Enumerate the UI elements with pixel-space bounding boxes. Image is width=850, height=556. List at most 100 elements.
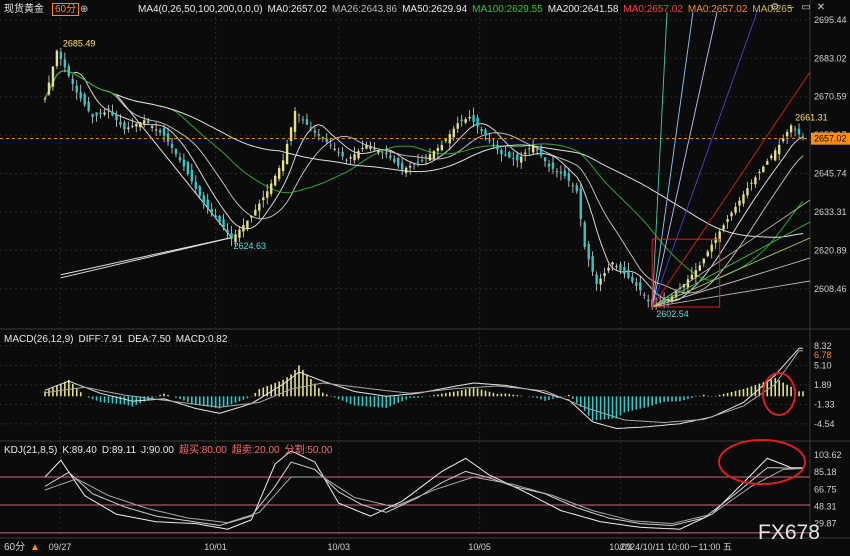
candle-body [619, 264, 622, 271]
candle-body [297, 114, 301, 116]
candle-body [468, 117, 471, 119]
candle-body [281, 160, 285, 172]
macd-header-item-2: DEA:7.50 [127, 334, 171, 345]
candle-body [793, 128, 797, 130]
candle-body [273, 175, 277, 186]
candle-body [218, 215, 221, 223]
kdj-header-item-3: J:90.00 [141, 445, 174, 456]
candle-body [51, 66, 55, 87]
candle-body [270, 183, 273, 194]
candle-body [758, 171, 761, 173]
instrument-title: 现货黄金 [4, 4, 44, 15]
candle-body [341, 151, 344, 157]
candle-body [571, 185, 575, 187]
settings-icon[interactable]: ⚙ [770, 3, 780, 13]
candle-body [412, 163, 416, 165]
macd-header-item-0: MACD(26,12,9) [4, 334, 74, 345]
candle-body [460, 119, 463, 122]
candle-body [500, 149, 503, 155]
candle-body [535, 149, 539, 151]
candle-body [504, 154, 507, 156]
candle-body [361, 148, 364, 149]
candle-body [178, 156, 182, 161]
candle-body [643, 294, 646, 296]
candle-body [397, 157, 400, 166]
candle-body [182, 159, 186, 167]
candle-body [424, 156, 428, 158]
gann-fan-line [652, 257, 811, 308]
candle-body [508, 151, 511, 158]
trend-line [60, 237, 232, 276]
candle-body [305, 119, 309, 125]
macd-header-item-1: DIFF:7.91 [78, 334, 123, 345]
candle-body [135, 123, 138, 127]
period-footer[interactable]: 60分 [4, 542, 25, 554]
candle-body [71, 78, 74, 85]
candle-body [146, 120, 150, 124]
candle-body [770, 155, 773, 159]
candle-body [321, 136, 324, 139]
ma50-line [44, 70, 804, 294]
macd-histogram [44, 365, 804, 421]
macd-dea-line [44, 350, 803, 424]
candle-body [766, 161, 769, 165]
candle-body [627, 269, 630, 278]
candle-body [190, 170, 194, 182]
x-tick-label: 09/27 [49, 542, 72, 552]
candle-body [436, 148, 440, 152]
candle-body [496, 144, 499, 150]
candle-body [194, 181, 197, 189]
candle-body [714, 237, 717, 243]
macd-current-label: 6.78 [814, 350, 832, 360]
main-indicator-header: MA4(0,26,50,100,200,0,0,0) MA0:2657.02 MA2… [138, 4, 797, 16]
candle-body [484, 129, 487, 136]
candle-body [258, 203, 261, 211]
candle-body [345, 159, 348, 161]
period-badge[interactable]: 60分 [52, 3, 80, 16]
candle-body [349, 157, 352, 159]
candle-body [575, 185, 578, 192]
candle-body [456, 123, 459, 129]
kdj-header-item-0: KDJ(21,8,5) [4, 445, 58, 456]
gann-fan-line [651, 11, 718, 308]
period-footer-caret[interactable]: ▲ [30, 542, 40, 554]
minimize-icon[interactable]: – [786, 3, 796, 13]
macd-y-tick-label: -1.33 [814, 399, 835, 409]
candle-body [329, 144, 332, 146]
close-icon[interactable]: ✕ [816, 3, 826, 13]
candle-body [254, 209, 257, 216]
kdj-y-tick-label: 85.18 [814, 467, 837, 477]
candle-body [91, 113, 94, 118]
candle-body [166, 133, 170, 142]
candle-body [539, 148, 543, 156]
period-toggle-icon[interactable]: ⊕ [80, 4, 88, 16]
candle-body [631, 276, 634, 282]
restore-icon[interactable]: ▭ [801, 3, 811, 13]
candle-body [115, 114, 118, 121]
candle-body [777, 144, 781, 155]
candle-body [742, 194, 745, 204]
candle-body [63, 59, 67, 68]
price-annotation: 2624.63 [234, 241, 267, 251]
candle-body [83, 94, 86, 105]
candle-body [420, 159, 424, 161]
candle-body [472, 115, 475, 122]
candle-body [444, 139, 448, 141]
macd-y-tick-label: 5.10 [814, 360, 832, 370]
candle-body [428, 154, 432, 161]
y-tick-label: 2608.46 [814, 284, 847, 294]
candle-body [607, 267, 610, 271]
candle-body [555, 170, 559, 172]
candle-body [277, 168, 281, 179]
candle-body [242, 225, 245, 232]
kdj-header: KDJ(21,8,5) K:89.40 D:89.11 J:90.00 超买:80.00… [4, 445, 337, 457]
candle-body [206, 199, 209, 209]
candle-body [563, 170, 567, 176]
candle-body [103, 112, 106, 115]
candle-body [87, 101, 90, 111]
chart-canvas[interactable]: 2695.442683.022670.592658.172645.742633.… [0, 0, 850, 556]
main-header-item-3: MA50:2629.94 [402, 4, 468, 15]
y-tick-label: 2633.31 [814, 207, 847, 217]
candle-body [547, 163, 551, 167]
candle-body [99, 112, 102, 114]
